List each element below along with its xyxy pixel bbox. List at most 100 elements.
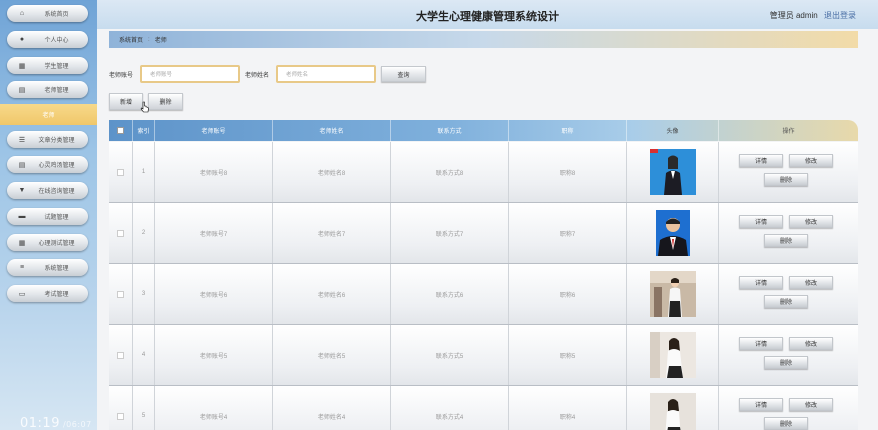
account-search-input[interactable]: 老师账号 bbox=[140, 65, 240, 83]
cell-actions: 详情 修改 删除 bbox=[719, 264, 858, 324]
sidebar-item-home[interactable]: ⌂ 系统首页 bbox=[7, 5, 88, 22]
doc-icon: ▤ bbox=[18, 86, 26, 94]
grid-icon: ▦ bbox=[18, 239, 26, 247]
row-checkbox[interactable] bbox=[117, 168, 124, 176]
sidebar-item-profile[interactable]: ● 个人中心 bbox=[7, 31, 88, 48]
cell-actions: 详情 修改 删除 bbox=[719, 142, 858, 202]
row-select-cell bbox=[109, 203, 133, 263]
admin-label: 管理员 admin bbox=[769, 11, 818, 20]
cell-title: 职称4 bbox=[509, 386, 627, 430]
header-contact: 联系方式 bbox=[391, 120, 509, 141]
account-label: 老师账号 bbox=[109, 73, 134, 79]
breadcrumb-separator: : bbox=[148, 36, 150, 43]
add-button[interactable]: 新增 bbox=[109, 93, 143, 110]
cell-contact: 联系方式4 bbox=[391, 386, 509, 430]
edit-button[interactable]: 修改 bbox=[789, 276, 833, 289]
row-checkbox[interactable] bbox=[117, 290, 124, 298]
cell-title: 职称8 bbox=[509, 142, 627, 202]
sidebar-item-article-category[interactable]: ☰ 文章分类管理 bbox=[7, 131, 88, 148]
edit-button[interactable]: 修改 bbox=[789, 215, 833, 228]
row-delete-button[interactable]: 删除 bbox=[764, 356, 808, 369]
cell-contact: 联系方式8 bbox=[391, 142, 509, 202]
teacher-photo bbox=[649, 271, 696, 317]
delete-button[interactable]: 删除 bbox=[148, 93, 183, 110]
action-buttons: 详情 修改 删除 bbox=[719, 142, 858, 202]
row-delete-button[interactable]: 删除 bbox=[764, 295, 808, 308]
sidebar: ⌂ 系统首页 ● 个人中心 ▦ 学生管理 ▤ 老师管理 老师 ☰ 文章分类管理 … bbox=[0, 0, 97, 430]
sidebar-item-soul-soup[interactable]: ▤ 心灵鸡汤管理 bbox=[7, 156, 88, 173]
sidebar-item-label: 文章分类管理 bbox=[38, 138, 75, 144]
cell-actions: 详情 修改 删除 bbox=[719, 203, 858, 263]
row-select-cell bbox=[109, 386, 133, 430]
table-row: 1 老师账号8 老师姓名8 联系方式8 职称8 详情 修改 删除 bbox=[109, 142, 858, 203]
admin-area: 管理员 admin 退出登录 bbox=[770, 10, 856, 21]
teacher-photo bbox=[649, 332, 696, 378]
logout-link[interactable]: 退出登录 bbox=[824, 11, 856, 20]
breadcrumb-home[interactable]: 系统首页 bbox=[119, 35, 143, 44]
row-select-cell bbox=[109, 325, 133, 385]
detail-button[interactable]: 详情 bbox=[739, 337, 783, 350]
row-delete-button[interactable]: 删除 bbox=[764, 173, 808, 186]
row-delete-button[interactable]: 删除 bbox=[764, 417, 808, 430]
detail-button[interactable]: 详情 bbox=[739, 215, 783, 228]
row-checkbox[interactable] bbox=[117, 412, 124, 420]
sidebar-item-label: 在线咨询管理 bbox=[38, 189, 75, 195]
sidebar-item-students[interactable]: ▦ 学生管理 bbox=[7, 57, 88, 74]
cell-avatar bbox=[627, 142, 719, 202]
edit-button[interactable]: 修改 bbox=[789, 154, 833, 167]
sidebar-item-exam[interactable]: ▭ 考试管理 bbox=[7, 285, 88, 302]
keyboard-icon: ▭ bbox=[18, 290, 26, 298]
cell-contact: 联系方式7 bbox=[391, 203, 509, 263]
cell-avatar bbox=[627, 325, 719, 385]
cell-avatar bbox=[627, 386, 719, 430]
table-row: 2 老师账号7 老师姓名7 联系方式7 职称7 详情 修改 删除 bbox=[109, 203, 858, 264]
query-button[interactable]: 查询 bbox=[381, 66, 426, 82]
header-actions: 操作 bbox=[782, 129, 795, 135]
sidebar-item-label: 系统首页 bbox=[44, 12, 69, 18]
cell-account: 老师账号7 bbox=[155, 203, 273, 263]
teacher-table: 索引 老师账号 老师姓名 联系方式 职称 头像 操作 1 老师账号8 老师姓名8… bbox=[109, 120, 858, 430]
action-buttons: 详情 修改 删除 bbox=[719, 325, 858, 385]
page-title: 大学生心理健康管理系统设计 bbox=[416, 11, 559, 23]
video-total-time: /06:07 bbox=[62, 420, 92, 429]
breadcrumb: 系统首页 : 老师 bbox=[109, 31, 858, 48]
detail-button[interactable]: 详情 bbox=[739, 398, 783, 411]
menu-icon: ≡ bbox=[19, 264, 25, 271]
cell-index: 5 bbox=[133, 386, 155, 430]
row-checkbox[interactable] bbox=[117, 351, 124, 359]
mouse-cursor-icon bbox=[140, 101, 149, 113]
header-account: 老师账号 bbox=[155, 120, 273, 141]
row-checkbox[interactable] bbox=[117, 229, 124, 237]
teacher-photo bbox=[649, 149, 696, 195]
sidebar-item-label: 老师管理 bbox=[44, 88, 69, 94]
sidebar-item-consult[interactable]: ▼ 在线咨询管理 bbox=[7, 182, 88, 199]
header-title: 职称 bbox=[509, 120, 627, 141]
cell-avatar bbox=[627, 264, 719, 324]
cell-account: 老师账号8 bbox=[155, 142, 273, 202]
cell-contact: 联系方式6 bbox=[391, 264, 509, 324]
monitor-icon: ▬ bbox=[18, 213, 26, 220]
header-name: 老师姓名 bbox=[273, 120, 391, 141]
user-icon: ● bbox=[19, 36, 25, 43]
sidebar-item-teachers[interactable]: ▤ 老师管理 bbox=[7, 81, 88, 98]
action-buttons: 详情 修改 删除 bbox=[719, 386, 858, 430]
row-delete-button[interactable]: 删除 bbox=[764, 234, 808, 247]
sidebar-item-questions[interactable]: ▬ 试题管理 bbox=[7, 208, 88, 225]
detail-button[interactable]: 详情 bbox=[739, 154, 783, 167]
sidebar-item-label: 心理测试管理 bbox=[38, 241, 75, 247]
sidebar-item-psych-test[interactable]: ▦ 心理测试管理 bbox=[7, 234, 88, 251]
edit-button[interactable]: 修改 bbox=[789, 337, 833, 350]
detail-button[interactable]: 详情 bbox=[739, 276, 783, 289]
grid-icon: ▦ bbox=[18, 62, 26, 70]
select-all-checkbox[interactable] bbox=[117, 127, 124, 134]
header-index: 索引 bbox=[133, 120, 155, 141]
cell-title: 职称6 bbox=[509, 264, 627, 324]
sidebar-item-label: 试题管理 bbox=[44, 215, 69, 221]
sidebar-subitem-teacher[interactable]: 老师 bbox=[0, 104, 97, 125]
header-avatar: 头像 bbox=[627, 120, 719, 141]
name-search-input[interactable]: 老师姓名 bbox=[276, 65, 376, 83]
table-row: 3 老师账号6 老师姓名6 联系方式6 职称6 详情 修改 删除 bbox=[109, 264, 858, 325]
edit-button[interactable]: 修改 bbox=[789, 398, 833, 411]
sidebar-item-system[interactable]: ≡ 系统管理 bbox=[7, 259, 88, 276]
sidebar-item-label: 系统管理 bbox=[44, 266, 69, 272]
